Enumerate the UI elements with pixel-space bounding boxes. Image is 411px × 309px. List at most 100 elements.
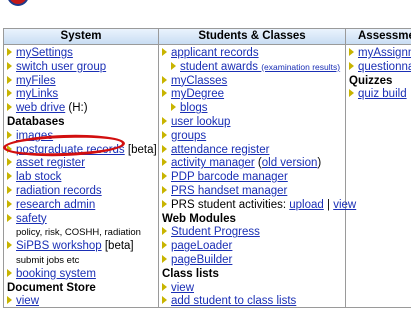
bullet-icon <box>162 185 167 194</box>
bullet-icon <box>162 254 167 263</box>
list-item: switch user group <box>7 61 157 75</box>
bullet-icon <box>162 227 167 236</box>
list-item: PRS student activities: upload | view <box>162 199 356 213</box>
bullet-icon <box>162 48 167 56</box>
mydegree-link[interactable]: myDegree <box>171 88 224 100</box>
list-item: pageBuilder <box>162 254 356 268</box>
bullet-icon <box>7 185 12 194</box>
prs-view-link[interactable]: view <box>333 199 356 211</box>
system-link-mylinks[interactable]: myLinks <box>16 88 58 100</box>
system-link-web-drive[interactable]: web drive <box>16 102 65 114</box>
groups-link[interactable]: groups <box>171 130 206 142</box>
bullet-icon <box>7 61 12 70</box>
prs-upload-link[interactable]: upload <box>289 199 324 211</box>
system-link-safety[interactable]: safety <box>16 213 47 225</box>
applicant-records-link[interactable]: applicant records <box>171 47 259 59</box>
bullet-icon <box>7 103 12 112</box>
list-item: myAssignm <box>349 47 411 61</box>
list-item: pageLoader <box>162 240 356 254</box>
item-suffix: [beta] <box>104 240 134 253</box>
section-heading: Databases <box>7 115 65 128</box>
list-item: add student to class lists <box>162 295 356 309</box>
list-item: questionnai <box>349 61 411 75</box>
bullet-icon <box>171 61 176 70</box>
myassignments-link[interactable]: myAssignm <box>358 47 411 59</box>
item-suffix: [beta] <box>127 143 157 156</box>
system-link-lab-stock[interactable]: lab stock <box>16 171 61 183</box>
system-link-asset-register[interactable]: asset register <box>16 157 85 169</box>
prs-handset-link[interactable]: PRS handset manager <box>171 185 287 197</box>
list-item: PRS handset manager <box>162 185 356 199</box>
pagebuilder-link[interactable]: pageBuilder <box>171 254 232 266</box>
bullet-icon <box>162 199 167 208</box>
list-item: groups <box>162 130 356 144</box>
user-lookup-link[interactable]: user lookup <box>171 116 230 128</box>
student-awards-label: student awards <box>180 60 258 73</box>
assessment-list: myAssignm questionnai Quizzes quiz build <box>349 47 411 102</box>
system-link-switch-user-group[interactable]: switch user group <box>16 61 106 73</box>
bullet-icon <box>7 296 12 305</box>
prs-activities-label: PRS student activities: <box>171 198 287 211</box>
pageloader-link[interactable]: pageLoader <box>171 240 232 252</box>
list-item: research admin <box>7 199 157 213</box>
student-progress-link[interactable]: Student Progress <box>171 226 260 238</box>
blogs-link[interactable]: blogs <box>180 102 208 114</box>
student-awards-note: (examination results) <box>261 61 341 72</box>
bullet-icon <box>7 89 12 98</box>
class-lists-view-link[interactable]: view <box>171 282 194 294</box>
questionnaire-link[interactable]: questionnai <box>358 61 411 73</box>
students-list: applicant records student awards (examin… <box>162 47 356 309</box>
bullet-icon <box>162 172 167 181</box>
system-link-radiation-records[interactable]: radiation records <box>16 185 102 197</box>
system-link-mysettings[interactable]: mySettings <box>16 47 73 59</box>
bullet-icon <box>7 213 12 222</box>
bullet-icon <box>7 130 12 139</box>
bullet-icon <box>162 296 167 305</box>
add-student-link[interactable]: add student to class lists <box>171 295 296 307</box>
list-item: myFiles <box>7 75 157 89</box>
system-link-myfiles[interactable]: myFiles <box>16 75 56 87</box>
student-awards-link[interactable]: student awards (examination results) <box>180 61 340 73</box>
list-item: view <box>7 295 157 309</box>
system-link-view[interactable]: view <box>16 295 39 307</box>
list-item: view <box>162 282 356 296</box>
system-list: mySettings switch user group myFiles myLink… <box>7 47 157 309</box>
item-note: policy, risk, COSHH, radiation <box>16 227 141 239</box>
list-item: booking system <box>7 268 157 282</box>
list-item: web drive (H:) <box>7 102 157 116</box>
bullet-icon <box>7 199 12 208</box>
list-item: asset register <box>7 157 157 171</box>
bullet-icon <box>171 103 176 112</box>
list-item: myLinks <box>7 88 157 102</box>
list-item: lab stock <box>7 171 157 185</box>
old-version-link[interactable]: old version <box>262 157 318 169</box>
list-item: attendance register <box>162 144 356 158</box>
site-logo <box>7 0 29 6</box>
section-heading: Document Store <box>7 281 96 294</box>
list-item: myClasses <box>162 75 356 89</box>
list-item: quiz build <box>349 88 411 102</box>
bullet-icon <box>162 75 167 84</box>
bullet-icon <box>162 158 167 167</box>
bullet-icon <box>7 75 12 84</box>
system-link-booking-system[interactable]: booking system <box>16 268 96 280</box>
list-item: myDegree <box>162 88 356 102</box>
bullet-icon <box>349 48 354 56</box>
list-item: student awards (examination results) <box>162 61 356 75</box>
activity-manager-link[interactable]: activity manager <box>171 157 255 169</box>
list-item: mySettings <box>7 47 157 61</box>
pdp-barcode-link[interactable]: PDP barcode manager <box>171 171 288 183</box>
attendance-register-link[interactable]: attendance register <box>171 144 269 156</box>
bullet-icon <box>162 144 167 153</box>
quiz-build-link[interactable]: quiz build <box>358 88 407 100</box>
myclasses-link[interactable]: myClasses <box>171 75 227 87</box>
list-item: SiPBS workshop [beta] <box>7 240 157 254</box>
system-link-research-admin[interactable]: research admin <box>16 199 95 211</box>
list-item: Student Progress <box>162 226 356 240</box>
system-link-sipbs-workshop[interactable]: SiPBS workshop <box>16 240 102 252</box>
bullet-icon <box>162 282 167 291</box>
bullet-icon <box>162 89 167 98</box>
list-item: applicant records <box>162 47 356 61</box>
class-lists-heading: Class lists <box>162 267 219 280</box>
bullet-icon <box>7 172 12 181</box>
